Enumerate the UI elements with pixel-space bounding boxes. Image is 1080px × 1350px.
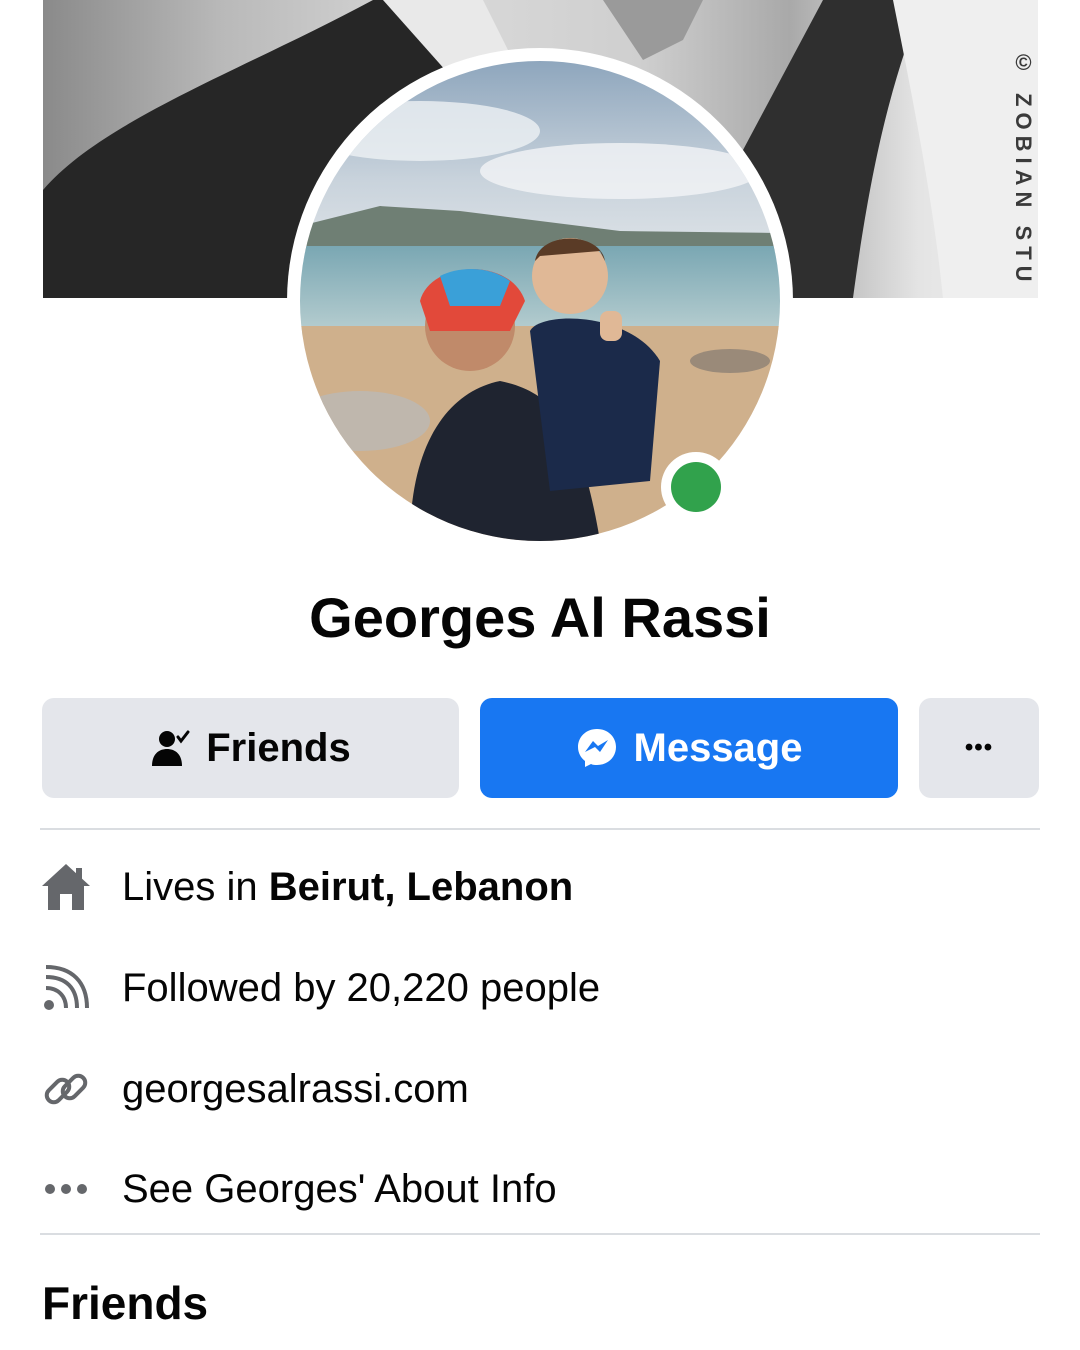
more-dots-icon: ••• xyxy=(964,734,994,761)
message-button[interactable]: Message xyxy=(480,698,898,798)
divider-top xyxy=(40,828,1040,830)
message-button-label: Message xyxy=(633,725,803,770)
about-info-link[interactable]: See Georges' About Info xyxy=(122,1167,557,1212)
lives-in-text: Lives in Beirut, Lebanon xyxy=(122,865,573,910)
friends-button[interactable]: Friends xyxy=(42,698,459,798)
more-options-button[interactable]: ••• xyxy=(919,698,1039,798)
online-status-indicator xyxy=(661,452,731,522)
messenger-icon xyxy=(576,727,618,769)
rss-feed-icon xyxy=(40,962,92,1014)
info-website[interactable]: georgesalrassi.com xyxy=(40,1059,1040,1119)
lives-in-city[interactable]: Beirut, Lebanon xyxy=(269,865,573,909)
divider-bottom xyxy=(40,1233,1040,1235)
person-check-icon xyxy=(150,728,190,768)
info-about[interactable]: See Georges' About Info xyxy=(40,1159,1040,1219)
home-icon xyxy=(40,861,92,913)
profile-name: Georges Al Rassi xyxy=(309,586,771,649)
friends-section-title: Friends xyxy=(42,1277,209,1329)
info-followers[interactable]: Followed by 20,220 people xyxy=(40,958,1040,1018)
link-icon xyxy=(40,1063,92,1115)
followers-text: Followed by 20,220 people xyxy=(122,965,601,1010)
cover-watermark: © ZOBIAN STU xyxy=(1011,50,1036,288)
lives-in-prefix: Lives in xyxy=(122,864,269,909)
friends-button-label: Friends xyxy=(206,725,351,770)
info-lives-in: Lives in Beirut, Lebanon xyxy=(40,857,1040,917)
website-link[interactable]: georgesalrassi.com xyxy=(122,1067,469,1112)
ellipsis-icon xyxy=(40,1163,92,1215)
